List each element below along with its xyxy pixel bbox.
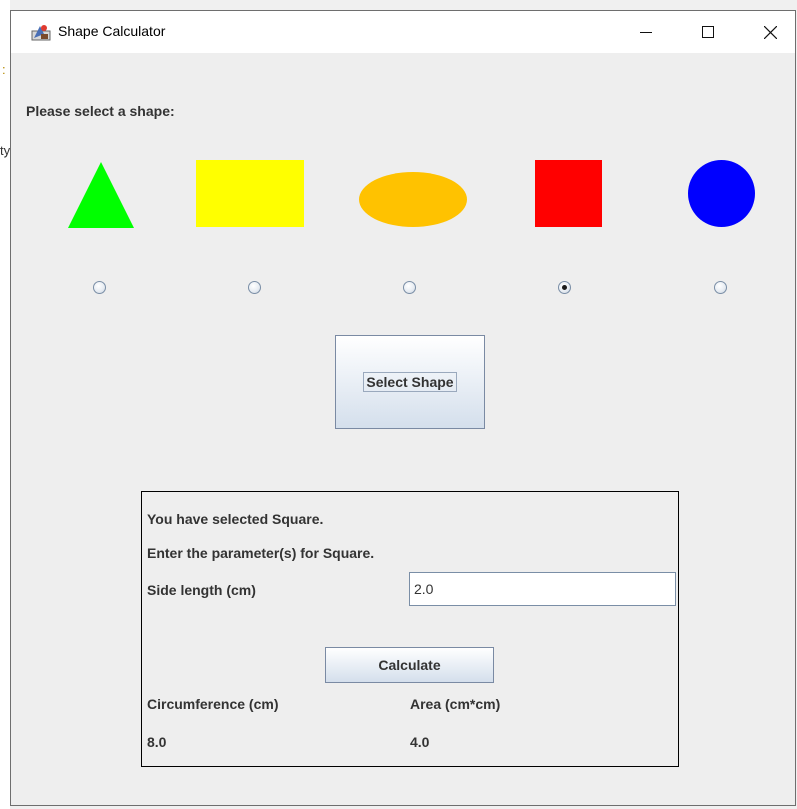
selected-shape-text: You have selected Square. [147,511,324,527]
area-label: Area (cm*cm) [410,696,501,712]
close-icon [763,25,777,39]
circumference-value: 8.0 [147,734,167,750]
rectangle-shape [196,160,304,227]
content-pane: Please select a shape: Select Shape You … [11,53,795,805]
title-bar: Shape Calculator [11,11,795,53]
minimize-button[interactable] [623,11,669,53]
java-app-icon [31,25,51,41]
ellipse-shape [359,172,467,227]
background-fragment-colon: : [2,62,6,77]
radio-triangle[interactable] [93,281,106,294]
shape-calculator-window: Shape Calculator Please select a shape: … [10,10,796,806]
triangle-fill [68,162,134,228]
instruction-text: Enter the parameter(s) for Square. [147,545,375,561]
background-window-strip [0,0,10,809]
maximize-button[interactable] [685,11,731,53]
side-length-input[interactable] [409,572,676,606]
circumference-label: Circumference (cm) [147,696,279,712]
window-title: Shape Calculator [58,23,166,39]
square-shape [535,160,602,227]
maximize-icon [702,26,714,38]
radio-rectangle[interactable] [248,281,261,294]
radio-circle[interactable] [714,281,727,294]
parameter-panel: You have selected Square. Enter the para… [141,491,679,767]
triangle-shape [68,162,134,228]
radio-ellipse[interactable] [403,281,416,294]
background-fragment-text: ty [0,143,11,158]
calculate-button[interactable]: Calculate [325,647,494,683]
shape-prompt: Please select a shape: [26,103,175,119]
close-button[interactable] [747,11,793,53]
circle-shape [688,160,755,227]
side-length-label: Side length (cm) [147,582,256,598]
select-shape-label: Select Shape [363,372,457,392]
radio-square[interactable] [558,281,571,294]
area-value: 4.0 [410,734,430,750]
select-shape-button[interactable]: Select Shape [335,335,485,429]
minimize-icon [640,32,652,33]
